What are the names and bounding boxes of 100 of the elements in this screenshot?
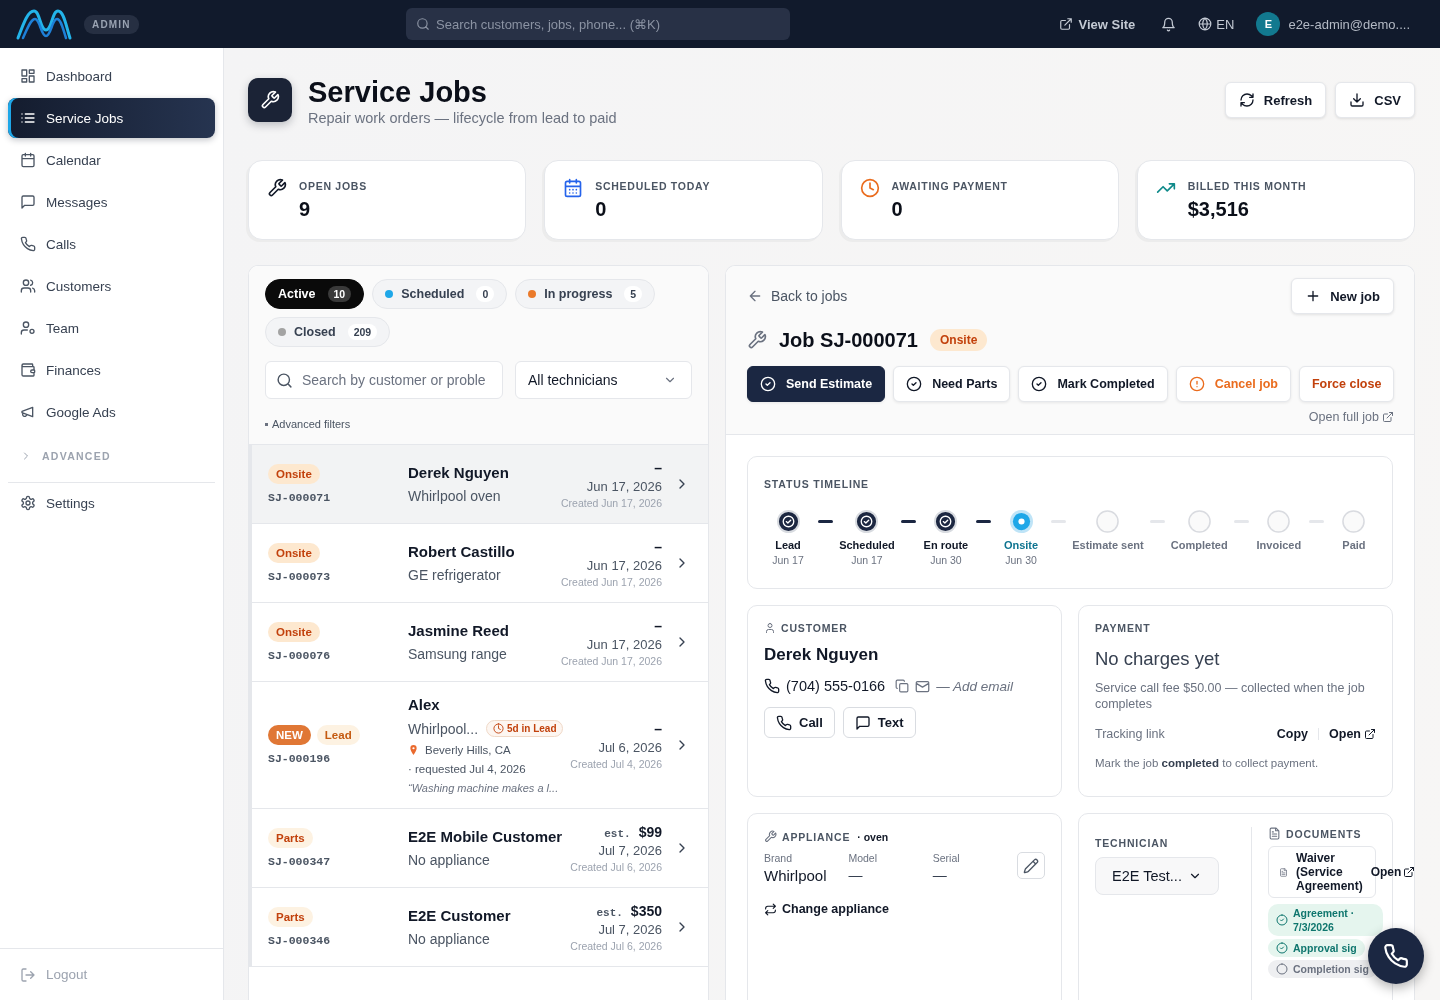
download-icon xyxy=(1349,92,1366,108)
payment-hint: Mark the job completed to collect payment. xyxy=(1095,757,1319,769)
avatar[interactable]: E xyxy=(1256,12,1281,36)
tracking-label: Tracking link xyxy=(1095,727,1165,741)
logout-icon xyxy=(20,966,36,983)
job-row[interactable]: Onsite SJ-000076 Jasmine Reed Samsung range – Jun 17, 2026 Created Jun 17, 2026 xyxy=(249,603,708,682)
mail-icon[interactable] xyxy=(915,678,931,694)
sidebar-item[interactable]: Messages xyxy=(8,182,215,222)
new-job-button[interactable]: New job xyxy=(1291,278,1394,314)
job-row[interactable]: Parts SJ-000346 E2E Customer No appliance est. $350 Jul 7, 2026 Created Jul 6, 2026 xyxy=(249,888,708,967)
language-button[interactable]: EN xyxy=(1198,16,1235,32)
appliance-text: GE refrigerator xyxy=(408,567,501,583)
notifications-button[interactable] xyxy=(1161,16,1177,32)
customer-name: Derek Nguyen xyxy=(764,645,879,665)
call-button[interactable]: Call xyxy=(764,707,835,738)
search-icon xyxy=(416,17,430,31)
technician-select[interactable]: E2E Test... xyxy=(1095,857,1219,895)
export-button[interactable]: CSV xyxy=(1335,82,1415,118)
arrow-left-icon xyxy=(747,288,763,304)
customer-name: E2E Mobile Customer xyxy=(408,828,564,845)
appliance-text: Whirlpool... xyxy=(408,720,479,737)
status-badge: Parts xyxy=(268,828,313,848)
view-site-link[interactable]: View Site xyxy=(1058,16,1136,32)
search-icon xyxy=(276,372,293,389)
location-text: Beverly Hills, CA xyxy=(425,744,511,756)
job-row[interactable]: NEW Lead SJ-000196 Alex Whirlpool... 5d in Lead Beverly Hills, CA · requested Jul 4, 2026 “Washing machine makes a l... – Jul 6, 2026 Created Jul 4, 2026 xyxy=(249,682,708,809)
field-value: — xyxy=(932,867,948,883)
sidebar-item[interactable]: Settings xyxy=(8,483,215,523)
stat-value: 0 xyxy=(891,198,904,221)
job-row[interactable]: Onsite SJ-000071 Derek Nguyen Whirlpool oven – Jun 17, 2026 Created Jun 17, 2026 xyxy=(249,445,708,524)
created-date: Created Jul 4, 2026 xyxy=(570,757,662,770)
open-full-job-link[interactable]: Open full job xyxy=(1308,410,1394,424)
copy-icon[interactable] xyxy=(895,679,910,693)
sidebar-item[interactable]: Dashboard xyxy=(8,56,215,96)
page-subtitle: Repair work orders — lifecycle from lead to paid xyxy=(308,110,617,126)
sidebar-item[interactable]: Customers xyxy=(8,266,215,306)
job-id: SJ-000073 xyxy=(268,570,331,583)
sidebar-item[interactable]: Team xyxy=(8,308,215,348)
action-button[interactable]: Mark Completed xyxy=(1018,366,1168,402)
edit-button[interactable] xyxy=(1017,852,1045,879)
status-badge: Onsite xyxy=(268,543,320,563)
sidebar-item[interactable]: Finances xyxy=(8,350,215,390)
change-appliance-link[interactable]: Change appliance xyxy=(764,902,1045,916)
filter-chip[interactable]: In progress 5 xyxy=(515,279,656,309)
appliance-text: No appliance xyxy=(408,931,490,947)
filter-chip[interactable]: Scheduled 0 xyxy=(372,279,508,309)
action-button[interactable]: Send Estimate xyxy=(747,366,886,402)
status-badge: Onsite xyxy=(930,329,988,351)
action-button[interactable]: Need Parts xyxy=(893,366,1011,402)
job-id: SJ-000071 xyxy=(268,491,331,504)
users-icon xyxy=(20,278,36,294)
job-row[interactable]: Parts SJ-000347 E2E Mobile Customer No appliance est. $99 Jul 7, 2026 Created Jul 6, 2026 xyxy=(249,809,708,888)
job-search-field[interactable]: Search by customer or proble xyxy=(265,361,503,399)
count-badge: 5 xyxy=(624,286,643,302)
back-link[interactable]: Back to jobs xyxy=(747,288,848,304)
global-search-field[interactable]: Search customers, jobs, phone... (⌘K) xyxy=(406,8,790,40)
filter-chip[interactable]: Active 10 xyxy=(265,279,365,309)
technician-select[interactable]: All technicians xyxy=(515,361,692,399)
action-button[interactable]: Force close xyxy=(1298,366,1395,402)
megaphone-icon xyxy=(20,404,36,420)
clock-icon xyxy=(493,723,505,734)
count-badge: 209 xyxy=(347,324,378,340)
sidebar-item[interactable]: Service Jobs xyxy=(8,98,215,138)
job-date: Jul 7, 2026 xyxy=(598,921,662,937)
wrench-icon xyxy=(764,830,777,843)
refresh-button[interactable]: Refresh xyxy=(1224,82,1327,118)
status-badge: NEW xyxy=(268,725,311,745)
copy-link[interactable]: Copy xyxy=(1276,727,1309,741)
pencil-icon xyxy=(1023,857,1040,874)
customer-name: Alex xyxy=(408,696,441,713)
advanced-filters-toggle[interactable]: Advanced filters xyxy=(272,418,351,430)
created-date: Created Jun 17, 2026 xyxy=(561,575,662,588)
person-icon xyxy=(764,622,776,634)
user-email[interactable]: e2e-admin@demo.... xyxy=(1288,16,1410,32)
job-date: Jun 17, 2026 xyxy=(586,478,662,494)
list-icon xyxy=(20,110,36,126)
open-link[interactable]: Open xyxy=(1370,865,1414,879)
step-label: Scheduled xyxy=(839,539,895,551)
customer-name: Jasmine Reed xyxy=(408,622,510,639)
external-link-icon xyxy=(1382,411,1394,423)
job-row[interactable]: Onsite SJ-000073 Robert Castillo GE refrigerator – Jun 17, 2026 Created Jun 17, 2026 xyxy=(249,524,708,603)
wrench-tile-icon xyxy=(248,78,292,122)
bell-icon xyxy=(1161,16,1177,32)
add-email-link[interactable]: — Add email xyxy=(936,678,1013,694)
price-text: $99 xyxy=(638,823,662,840)
field-label: Model xyxy=(848,852,878,864)
open-link[interactable]: Open xyxy=(1329,727,1376,741)
filter-chip[interactable]: Closed 209 xyxy=(265,317,391,347)
card-title: APPLIANCE xyxy=(782,830,851,843)
sidebar-item[interactable]: Google Ads xyxy=(8,392,215,432)
refresh-icon xyxy=(1238,92,1255,108)
field-value: — xyxy=(848,867,864,883)
problem-note: “Washing machine makes a l... xyxy=(408,782,560,794)
sidebar-item[interactable]: Calls xyxy=(8,224,215,264)
count-badge: 0 xyxy=(476,286,495,302)
phone-icon xyxy=(1383,943,1409,969)
sidebar-item[interactable]: Calendar xyxy=(8,140,215,180)
card-title: DOCUMENTS xyxy=(1286,827,1362,840)
signature-label: Approval sig xyxy=(1293,941,1357,955)
text-button[interactable]: Text xyxy=(842,707,916,738)
